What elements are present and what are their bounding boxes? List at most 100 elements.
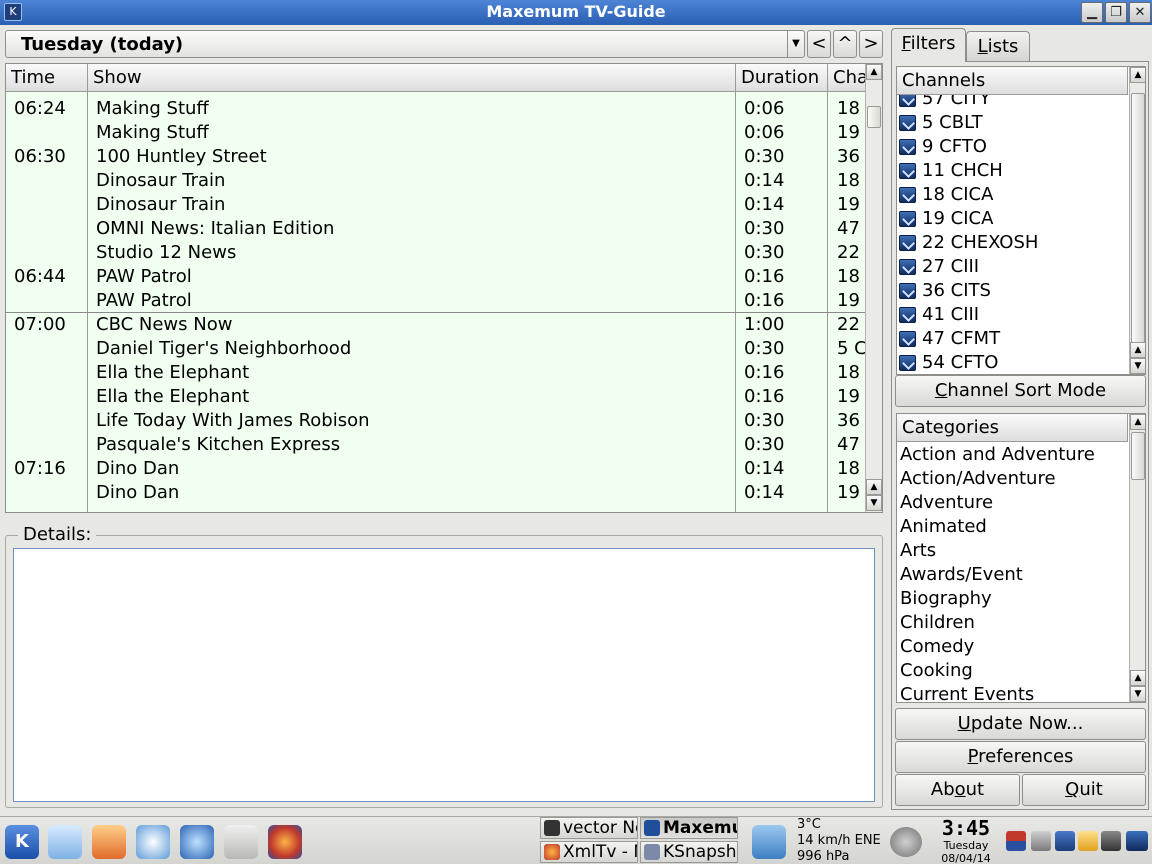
table-row[interactable]: Dino Dan 0:14 19 [6,481,866,505]
table-row[interactable]: 06:30 100 Huntley Street 0:30 36 [6,145,866,169]
task-maxemum[interactable]: Maxemum [640,817,738,839]
table-row[interactable]: Ella the Elephant 0:16 18 [6,361,866,385]
category-item[interactable]: Biography [900,587,992,611]
table-row[interactable]: 07:00 CBC News Now 1:00 22 [6,313,866,337]
scroll-down-icon[interactable]: ▼ [866,495,882,511]
table-row[interactable]: Ella the Elephant 0:16 19 [6,385,866,409]
channel-item[interactable]: 11 CHCH [897,159,1128,183]
channel-item[interactable]: 18 CICA [897,183,1128,207]
maximize-icon[interactable]: ❐ [1105,2,1127,23]
channel-item[interactable]: 36 CITS [897,279,1128,303]
network-icon[interactable] [224,825,258,859]
wifi-icon[interactable] [890,827,922,857]
channel-label: 54 CFTO [922,352,999,373]
desktop-icon[interactable] [48,825,82,859]
scroll-up-icon[interactable]: ▲ [1130,414,1145,430]
category-item[interactable]: Awards/Event [900,563,1023,587]
table-row[interactable]: 06:24 Making Stuff 0:06 18 [6,97,866,121]
category-item[interactable]: Arts [900,539,936,563]
day-select[interactable]: Tuesday (today) ▼ [5,30,805,58]
categories-list[interactable]: Categories Action and Adventure Action/Ad… [896,413,1146,703]
globe-icon[interactable] [180,825,214,859]
cell-duration: 1:00 [744,314,785,335]
channel-item[interactable]: 27 CIII [897,255,1128,279]
next-day-button[interactable]: > [859,30,883,58]
close-icon[interactable]: ✕ [1129,2,1151,23]
category-item[interactable]: Children [900,611,975,635]
klipper-icon[interactable] [1078,831,1098,851]
quit-button[interactable]: Quit [1022,774,1146,806]
scroll-thumb[interactable] [1131,432,1145,480]
scroll-up-icon[interactable]: ▲ [1130,342,1145,358]
network-tray-icon[interactable] [1101,831,1121,851]
schedule-scrollbar[interactable]: ▲ ▲ ▼ [865,64,882,512]
table-row[interactable]: PAW Patrol 0:16 19 [6,289,866,313]
tab-filters[interactable]: Filters [891,28,966,62]
task-xmltv[interactable]: XmlTv - N [540,841,638,863]
update-now-button[interactable]: Update Now... [895,708,1146,740]
k-menu-icon[interactable]: K [5,825,39,859]
category-item[interactable]: Animated [900,515,987,539]
chevron-down-icon[interactable]: ▼ [787,31,804,57]
channels-list[interactable]: Channels 57 CITY 5 CBLT 9 CFTO 11 CHCH 18 CI… [896,66,1146,375]
table-row[interactable]: 06:44 PAW Patrol 0:16 18 [6,265,866,289]
table-row[interactable]: Dinosaur Train 0:14 19 [6,193,866,217]
home-icon[interactable] [92,825,126,859]
tab-lists[interactable]: Lists [966,31,1030,63]
scroll-down-icon[interactable]: ▼ [1130,686,1145,702]
weather-rain-icon[interactable] [752,825,786,859]
table-row[interactable]: Daniel Tiger's Neighborhood 0:30 5 C [6,337,866,361]
prev-day-button[interactable]: < [807,30,831,58]
schedule-table[interactable]: Time Show Duration Cha 06:24 Making Stuff… [5,63,883,513]
task-ksnapshot[interactable]: KSnapshot [640,841,738,863]
task-vector[interactable]: vector No [540,817,638,839]
konqueror-icon[interactable] [136,825,170,859]
category-item[interactable]: Action/Adventure [900,467,1056,491]
channel-item[interactable]: 22 CHEXOSH [897,231,1128,255]
channel-item[interactable]: 5 CBLT [897,111,1128,135]
table-row[interactable]: Pasquale's Kitchen Express 0:30 47 [6,433,866,457]
table-row[interactable]: OMNI News: Italian Edition 0:30 47 [6,217,866,241]
categories-scrollbar[interactable]: ▲ ▲ ▼ [1129,414,1145,702]
channel-item[interactable]: 9 CFTO [897,135,1128,159]
display-icon[interactable] [1055,831,1075,851]
minimize-icon[interactable]: ▁ [1081,2,1103,23]
category-item[interactable]: Current Events [900,683,1034,702]
table-row[interactable]: 07:16 Dino Dan 0:14 18 [6,457,866,481]
scroll-thumb[interactable] [1131,93,1145,343]
scroll-thumb[interactable] [867,106,881,128]
scroll-up-icon[interactable]: ▲ [1130,67,1145,83]
category-item[interactable]: Action and Adventure [900,443,1095,467]
scroll-up-icon[interactable]: ▲ [866,64,882,80]
table-row[interactable]: Life Today With James Robison 0:30 36 [6,409,866,433]
preferences-button[interactable]: Preferences [895,741,1146,773]
clock[interactable]: 3:45 Tuesday 08/04/14 [940,817,992,864]
table-row[interactable]: Studio 12 News 0:30 22 [6,241,866,265]
cell-show: CBC News Now [96,314,233,335]
channel-item[interactable]: 47 CFMT [897,327,1128,351]
table-row[interactable]: Dinosaur Train 0:14 18 [6,169,866,193]
about-button[interactable]: About [895,774,1020,806]
now-button[interactable]: ^ [833,30,857,58]
firefox-icon[interactable] [268,825,302,859]
category-item[interactable]: Comedy [900,635,974,659]
column-header-show[interactable]: Show [88,64,736,92]
column-header-duration[interactable]: Duration [736,64,828,92]
volume-icon[interactable] [1031,831,1051,851]
tv-tray-icon[interactable] [1126,831,1148,851]
channel-item[interactable]: 54 CFTO [897,351,1128,374]
keyboard-layout-icon[interactable] [1006,831,1026,851]
channels-scrollbar[interactable]: ▲ ▲ ▼ [1129,67,1145,374]
table-row[interactable]: Making Stuff 0:06 19 [6,121,866,145]
scroll-up-icon[interactable]: ▲ [866,479,882,495]
category-item[interactable]: Adventure [900,491,993,515]
details-text-area[interactable] [13,548,875,802]
column-header-time[interactable]: Time [6,64,88,92]
channel-sort-mode-button[interactable]: Channel Sort Mode [895,375,1146,407]
category-item[interactable]: Cooking [900,659,973,683]
channel-item[interactable]: 41 CIII [897,303,1128,327]
scroll-up-icon[interactable]: ▲ [1130,670,1145,686]
channel-item[interactable]: 19 CICA [897,207,1128,231]
column-header-channel[interactable]: Cha [828,64,866,92]
scroll-down-icon[interactable]: ▼ [1130,358,1145,374]
